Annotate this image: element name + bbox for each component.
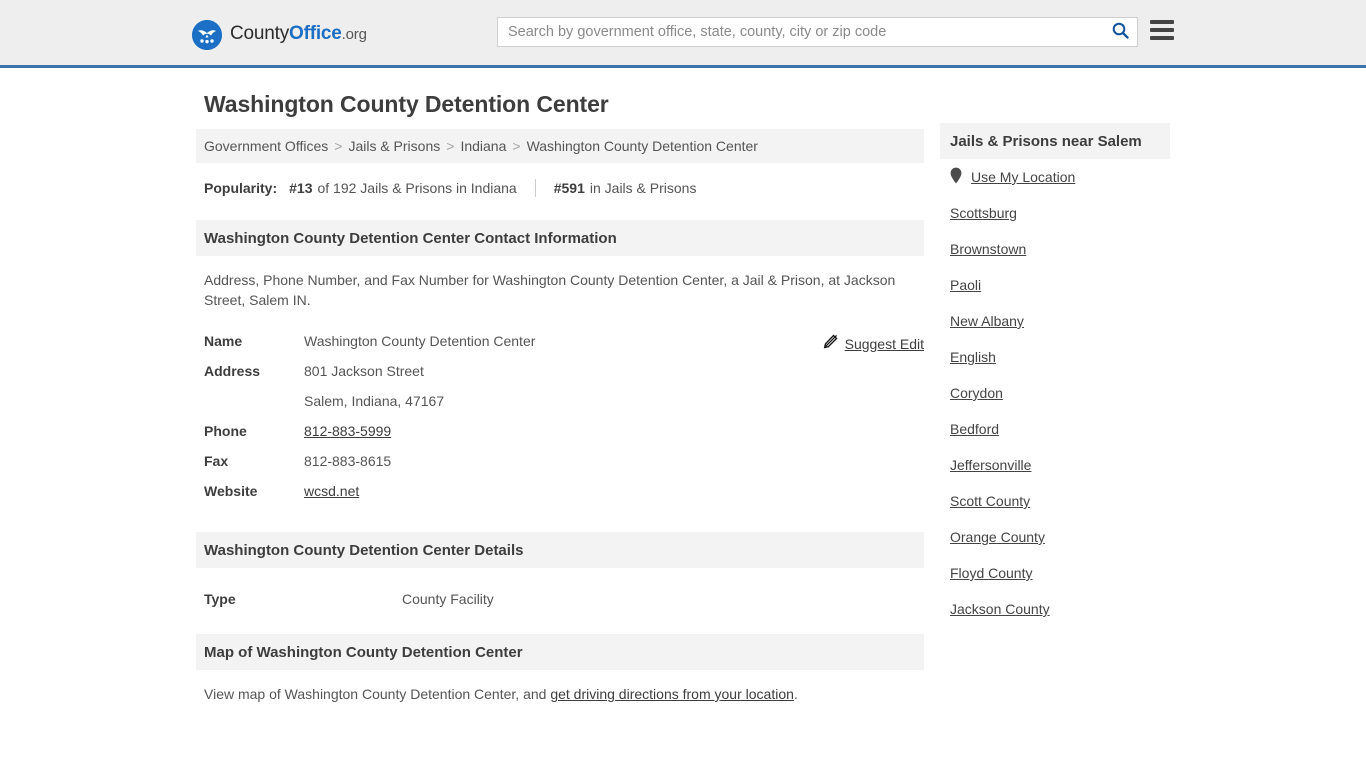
hamburger-menu-icon[interactable] xyxy=(1150,20,1174,40)
brand-text-office: Office xyxy=(289,23,342,44)
breadcrumb-separator: > xyxy=(512,138,521,154)
sidebar-link[interactable]: Bedford xyxy=(950,421,999,437)
breadcrumb: Government Offices > Jails & Prisons > I… xyxy=(196,129,924,163)
popularity-label: Popularity: xyxy=(204,180,278,196)
sidebar-link[interactable]: Jeffersonville xyxy=(950,457,1031,473)
hamburger-bar-2 xyxy=(1150,28,1174,32)
website-link[interactable]: wcsd.net xyxy=(304,483,359,499)
row-value-address-line1: 801 Jackson Street xyxy=(304,363,424,379)
sidebar-item-jackson-county[interactable]: Jackson County xyxy=(950,591,1160,627)
sidebar-item-paoli[interactable]: Paoli xyxy=(950,267,1160,303)
row-value-fax: 812-883-8615 xyxy=(304,453,392,469)
breadcrumb-current: Washington County Detention Center xyxy=(526,138,758,154)
contact-information-section: Washington County Detention Center Conta… xyxy=(196,220,924,506)
suggest-edit-label: Suggest Edit xyxy=(844,336,924,352)
sidebar-link[interactable]: Brownstown xyxy=(950,241,1026,257)
sidebar-link[interactable]: Scott County xyxy=(950,493,1030,509)
driving-directions-link[interactable]: get driving directions from your locatio… xyxy=(550,686,794,702)
breadcrumb-separator: > xyxy=(334,138,343,154)
suggest-edit-link[interactable]: Suggest Edit xyxy=(823,334,924,354)
contact-section-heading: Washington County Detention Center Conta… xyxy=(196,220,924,256)
row-key-type: Type xyxy=(204,591,236,607)
details-table: Type County Facility xyxy=(196,584,924,614)
sidebar-link[interactable]: Scottsburg xyxy=(950,205,1017,221)
popularity-state-rank: #13 xyxy=(289,180,313,196)
sidebar-link[interactable]: Paoli xyxy=(950,277,981,293)
row-key-address: Address xyxy=(204,363,261,379)
sidebar-item-scottsburg[interactable]: Scottsburg xyxy=(950,195,1160,231)
row-key-name: Name xyxy=(204,333,243,349)
sidebar-item-floyd-county[interactable]: Floyd County xyxy=(950,555,1160,591)
sidebar-link[interactable]: Corydon xyxy=(950,385,1003,401)
table-row: Salem, Indiana, 47167 xyxy=(196,386,924,416)
breadcrumb-item-indiana[interactable]: Indiana xyxy=(460,138,506,154)
eagle-shield-icon xyxy=(192,19,222,50)
sidebar-item-orange-county[interactable]: Orange County xyxy=(950,519,1160,555)
popularity-divider xyxy=(534,179,536,197)
table-row: Type County Facility xyxy=(196,584,924,614)
breadcrumb-separator: > xyxy=(446,138,455,154)
map-desc-suffix: . xyxy=(793,686,798,702)
edit-pencil-icon xyxy=(823,334,838,354)
breadcrumb-item-government-offices[interactable]: Government Offices xyxy=(204,138,328,154)
table-row: Fax 812-883-8615 xyxy=(196,446,924,476)
sidebar-item-scott-county[interactable]: Scott County xyxy=(950,483,1160,519)
map-section-description: View map of Washington County Detention … xyxy=(196,684,924,704)
contact-details-table: Name Washington County Detention Center … xyxy=(196,326,924,506)
use-my-location-link[interactable]: Use My Location xyxy=(971,169,1075,185)
table-row: Name Washington County Detention Center … xyxy=(196,326,924,356)
sidebar: Jails & Prisons near Salem Use My Locati… xyxy=(940,123,1170,627)
row-key-website: Website xyxy=(204,483,258,499)
table-row: Website wcsd.net xyxy=(196,476,924,506)
page-title: Washington County Detention Center xyxy=(204,91,609,117)
sidebar-item-english[interactable]: English xyxy=(950,339,1160,375)
sidebar-item-bedford[interactable]: Bedford xyxy=(950,411,1160,447)
sidebar-heading: Jails & Prisons near Salem xyxy=(940,123,1170,159)
search-button[interactable] xyxy=(1103,18,1137,46)
popularity-national-rank: #591 xyxy=(553,180,585,196)
sidebar-link[interactable]: New Albany xyxy=(950,313,1024,329)
site-header: CountyOffice.org xyxy=(0,0,1366,68)
search-bar[interactable] xyxy=(497,17,1138,47)
row-value-website: wcsd.net xyxy=(304,476,924,506)
brand-text-county: County xyxy=(230,23,290,44)
brand-wordmark: CountyOffice.org xyxy=(230,19,367,50)
map-desc-prefix: View map of Washington County Detention … xyxy=(204,686,551,702)
table-row: Phone 812-883-5999 xyxy=(196,416,924,446)
details-section-heading: Washington County Detention Center Detai… xyxy=(196,532,924,568)
sidebar-link[interactable]: Floyd County xyxy=(950,565,1032,581)
sidebar-item-brownstown[interactable]: Brownstown xyxy=(950,231,1160,267)
row-key-fax: Fax xyxy=(204,453,229,469)
sidebar-item-use-my-location[interactable]: Use My Location xyxy=(950,159,1160,195)
row-value-address-line2: Salem, Indiana, 47167 xyxy=(304,393,445,409)
row-key-phone: Phone xyxy=(204,423,247,439)
row-value-phone: 812-883-5999 xyxy=(304,416,924,446)
sidebar-item-new-albany[interactable]: New Albany xyxy=(950,303,1160,339)
sidebar-link[interactable]: Orange County xyxy=(950,529,1045,545)
brand-text-org: .org xyxy=(341,26,367,43)
map-section: Map of Washington County Detention Cente… xyxy=(196,634,924,704)
details-section: Washington County Detention Center Detai… xyxy=(196,532,924,614)
popularity-row: Popularity: #13 of 192 Jails & Prisons i… xyxy=(196,176,924,200)
row-value-type: County Facility xyxy=(402,591,494,607)
breadcrumb-item-jails-prisons[interactable]: Jails & Prisons xyxy=(348,138,440,154)
table-row: Address 801 Jackson Street xyxy=(196,356,924,386)
popularity-state-text: of 192 Jails & Prisons in Indiana xyxy=(317,180,517,196)
sidebar-link[interactable]: English xyxy=(950,349,996,365)
site-logo-link[interactable]: CountyOffice.org xyxy=(192,19,367,50)
sidebar-link[interactable]: Jackson County xyxy=(950,601,1050,617)
hamburger-bar-1 xyxy=(1150,20,1174,24)
sidebar-item-corydon[interactable]: Corydon xyxy=(950,375,1160,411)
contact-section-description: Address, Phone Number, and Fax Number fo… xyxy=(204,272,896,308)
sidebar-item-jeffersonville[interactable]: Jeffersonville xyxy=(950,447,1160,483)
phone-link[interactable]: 812-883-5999 xyxy=(304,423,391,439)
search-input[interactable] xyxy=(498,18,1103,46)
hamburger-bar-3 xyxy=(1150,36,1174,40)
popularity-national-text: in Jails & Prisons xyxy=(589,180,697,196)
sidebar-list: Use My Location Scottsburg Brownstown Pa… xyxy=(940,159,1170,627)
map-section-heading: Map of Washington County Detention Cente… xyxy=(196,634,924,670)
map-pin-icon xyxy=(950,167,962,187)
search-icon xyxy=(1112,22,1129,42)
main-content: Washington County Detention Center Gover… xyxy=(196,88,924,704)
